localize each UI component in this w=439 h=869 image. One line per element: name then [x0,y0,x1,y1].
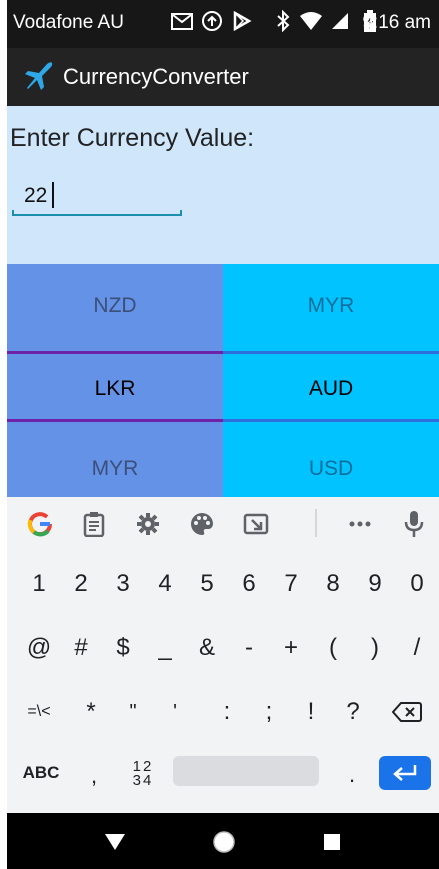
keyboard-toolbar [7,497,439,551]
keyboard-row-numbers: 1 2 3 4 5 6 7 8 9 0 [7,560,439,608]
space-bar[interactable] [173,756,319,786]
more-icon[interactable] [345,509,375,539]
upload-icon [201,10,223,37]
enter-icon [393,765,417,781]
key-abc[interactable]: ABC [13,756,69,790]
soft-keyboard: 1 2 3 4 5 6 7 8 9 0 @ # $ _ & - + ( ) / … [7,497,439,813]
wifi-icon [299,11,323,36]
picker-item[interactable]: MYR [223,294,439,318]
input-underline-tick-right [180,210,182,216]
play-store-icon [231,10,253,37]
backspace-icon[interactable] [385,688,429,736]
airplane-icon [21,58,57,99]
clock: 9:16 am [362,12,431,33]
key-right-paren[interactable]: ) [355,624,395,672]
key-slash[interactable]: / [397,624,437,672]
app-bar: CurrencyConverter [7,48,439,106]
key-ampersand[interactable]: & [187,624,227,672]
back-icon[interactable] [100,827,130,857]
picker-item[interactable]: NZD [7,294,223,318]
key-plus[interactable]: + [271,624,311,672]
settings-icon[interactable] [133,509,163,539]
key-left-paren[interactable]: ( [313,624,353,672]
gmail-icon [171,11,193,36]
keyboard-row-symbols2: =\< * " ' : ; ! ? [7,688,439,736]
key-1[interactable]: 1 [19,560,59,608]
carrier-label: Vodafone AU [13,12,124,33]
key-double-quote[interactable]: " [113,688,153,736]
signal-icon [331,12,349,35]
picker-divider-bottom [223,419,439,422]
key-8[interactable]: 8 [313,560,353,608]
key-9[interactable]: 9 [355,560,395,608]
key-6[interactable]: 6 [229,560,269,608]
app-screen: Vodafone AU 9:16 am CurrencyConverter En… [7,0,439,869]
google-icon[interactable] [25,509,55,539]
currency-value-input[interactable]: 22 [12,174,182,216]
to-currency-picker[interactable]: MYR AUD USD [223,264,439,497]
key-dollar[interactable]: $ [103,624,143,672]
key-0[interactable]: 0 [397,560,437,608]
bluetooth-icon [275,9,291,37]
keyboard-row-bottom: ABC , 12 34 . [7,756,439,804]
home-icon[interactable] [209,827,239,857]
key-colon[interactable]: : [207,688,247,736]
picker-divider-bottom [7,419,223,422]
input-underline-tick-left [12,210,14,216]
mic-icon[interactable] [399,509,429,539]
clipboard-icon[interactable] [79,509,109,539]
picker-divider-top [7,351,223,354]
keyboard-row-symbols: @ # $ _ & - + ( ) / [7,624,439,672]
enter-button[interactable] [379,756,431,790]
key-comma[interactable]: , [79,756,109,796]
key-5[interactable]: 5 [187,560,227,608]
key-underscore[interactable]: _ [145,624,185,672]
key-exclamation[interactable]: ! [291,688,331,736]
app-title: CurrencyConverter [63,64,249,89]
key-4[interactable]: 4 [145,560,185,608]
picker-item-selected[interactable]: AUD [223,377,439,401]
key-3[interactable]: 3 [103,560,143,608]
key-single-quote[interactable]: ' [155,688,195,736]
key-period[interactable]: . [335,756,369,794]
key-question[interactable]: ? [333,688,373,736]
key-numpad[interactable]: 12 34 [123,756,163,792]
key-at[interactable]: @ [19,624,59,672]
picker-divider-top [223,351,439,354]
navigation-bar [7,813,439,869]
currency-value-text: 22 [24,184,48,207]
recents-icon[interactable] [317,827,347,857]
text-cursor [52,182,54,208]
toolbar-separator [315,509,317,537]
key-more-symbols[interactable]: =\< [19,688,59,736]
picker-item[interactable]: USD [223,457,439,481]
status-bar: Vodafone AU 9:16 am [7,0,439,48]
key-asterisk[interactable]: * [71,688,111,736]
resize-icon[interactable] [241,509,271,539]
numpad-label-bottom: 34 [132,772,154,789]
picker-item[interactable]: MYR [7,457,223,481]
from-currency-picker[interactable]: NZD LKR MYR [7,264,223,497]
input-underline [12,214,182,216]
palette-icon[interactable] [187,509,217,539]
key-7[interactable]: 7 [271,560,311,608]
key-2[interactable]: 2 [61,560,101,608]
picker-item-selected[interactable]: LKR [7,377,223,401]
key-hash[interactable]: # [61,624,101,672]
key-semicolon[interactable]: ; [249,688,289,736]
currency-value-label: Enter Currency Value: [10,124,255,152]
key-minus[interactable]: - [229,624,269,672]
status-icons [171,9,377,37]
